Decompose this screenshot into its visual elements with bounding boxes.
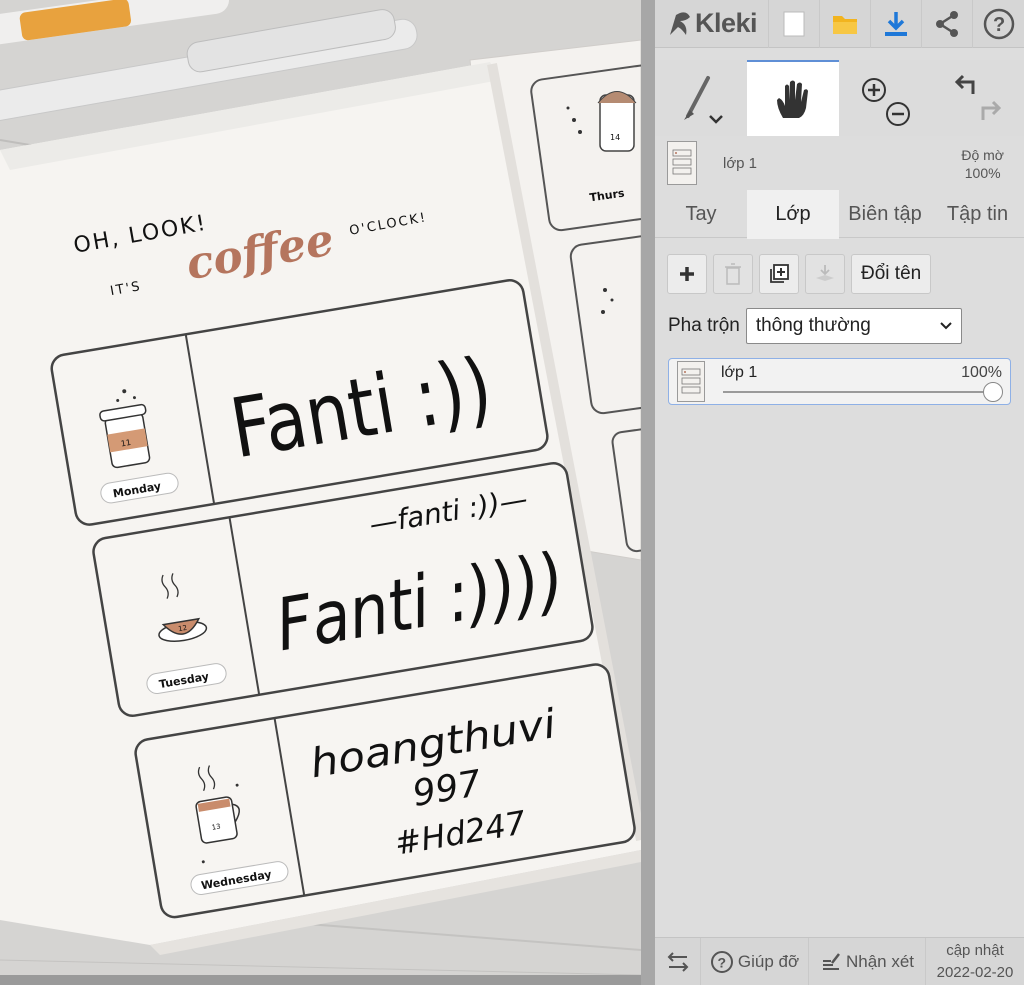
help-circle-icon: ? (710, 951, 733, 973)
brush-tool-button[interactable] (655, 60, 747, 136)
current-layer-name: lớp 1 (723, 155, 758, 172)
layer-opacity: 100% (961, 364, 1002, 381)
svg-text:13: 13 (211, 823, 221, 832)
svg-text:?: ? (993, 14, 1005, 36)
feedback-link[interactable]: Nhận xét (809, 938, 926, 985)
hand-tool-button[interactable] (747, 60, 839, 136)
layer-name: lớp 1 (721, 364, 758, 381)
panel-tabs: Tay Lớp Biên tập Tập tin (655, 190, 1024, 239)
tab-edit[interactable]: Biên tập (839, 190, 931, 238)
zoom-controls (839, 60, 931, 136)
zoom-icons (862, 78, 910, 126)
undo-redo-controls (931, 60, 1024, 136)
kleki-logo[interactable]: Kleki (655, 0, 769, 48)
svg-text:14: 14 (610, 133, 620, 142)
undo-redo-icons (954, 74, 1001, 120)
help-label: Giúp đỡ (737, 952, 800, 971)
layer-thumbnail (677, 361, 705, 402)
svg-text:?: ? (717, 955, 726, 971)
duplicate-icon (770, 264, 789, 283)
tab-hand[interactable]: Tay (655, 190, 747, 238)
help-link[interactable]: ? Giúp đỡ (701, 938, 809, 985)
update-date: 2022-02-20 (936, 964, 1014, 981)
swap-side-button[interactable] (655, 938, 701, 985)
drawing-canvas[interactable]: 14 Thurs OH, LOOK! IT'S coffee O'CLOCK! … (0, 0, 641, 975)
layer-preview-thumbnail[interactable] (667, 141, 697, 185)
opacity-label: Độ mờ (961, 147, 1004, 163)
plus-icon (680, 267, 694, 281)
svg-text:12: 12 (178, 624, 188, 633)
update-info[interactable]: cập nhật 2022-02-20 (926, 938, 1024, 985)
chevron-down-icon (940, 322, 952, 330)
download-button[interactable] (871, 0, 922, 48)
update-label: cập nhật (946, 942, 1004, 959)
swap-arrows-icon (667, 952, 688, 972)
blend-mode-select[interactable]: thông thường (745, 308, 962, 344)
canvas-scroll-edge (641, 0, 655, 985)
new-file-icon (783, 11, 805, 36)
layer-opacity-track[interactable] (723, 391, 993, 393)
trash-icon (725, 263, 741, 285)
add-layer-button[interactable] (667, 254, 707, 294)
layer-opacity-slider-knob[interactable] (983, 382, 1003, 402)
tool-panel: Kleki ? lớp 1 Độ mờ 100% Tay Lớp Biên tậ… (655, 0, 1024, 985)
layer-list-item[interactable]: lớp 1 100% (668, 358, 1011, 405)
help-button[interactable]: ? (973, 0, 1024, 48)
app-name: Kleki (695, 8, 758, 38)
zoom-out-icon (886, 102, 910, 126)
brush-icon (684, 76, 723, 124)
blend-mode-value: thông thường (755, 315, 871, 336)
kleki-logo-icon (670, 11, 690, 35)
blend-label: Pha trộn (668, 315, 740, 336)
undo-icon (954, 74, 974, 94)
top-bar: Kleki ? (655, 0, 1024, 48)
canvas-bottom-border (0, 975, 655, 985)
redo-icon (981, 100, 1001, 120)
share-icon (936, 10, 958, 37)
duplicate-layer-button[interactable] (759, 254, 799, 294)
tool-row (655, 60, 1024, 136)
help-icon: ? (983, 8, 1014, 39)
zoom-in-icon (862, 78, 886, 102)
feedback-icon (822, 953, 840, 970)
tab-file[interactable]: Tập tin (931, 190, 1024, 238)
download-icon (885, 11, 907, 36)
merge-down-icon (816, 265, 834, 281)
bottom-bar: ? Giúp đỡ Nhận xét cập nhật 2022-02-20 (655, 937, 1024, 985)
rename-layer-button[interactable]: Đổi tên (851, 254, 932, 294)
tab-layers[interactable]: Lớp (747, 190, 839, 239)
blend-mode-row: Pha trộn thông thường (668, 308, 962, 344)
svg-text:11: 11 (120, 438, 132, 449)
feedback-label: Nhận xét (845, 952, 915, 971)
merge-down-button[interactable] (805, 254, 845, 294)
canvas-image: 14 Thurs OH, LOOK! IT'S coffee O'CLOCK! … (0, 0, 641, 975)
delete-layer-button[interactable] (713, 254, 753, 294)
layer-preview-row: lớp 1 Độ mờ 100% (655, 138, 1024, 190)
opacity-indicator: Độ mờ 100% (961, 146, 1004, 182)
opacity-value: 100% (964, 165, 1001, 181)
new-file-button[interactable] (769, 0, 820, 48)
share-button[interactable] (922, 0, 973, 48)
hand-icon (777, 80, 808, 118)
folder-icon (833, 15, 857, 34)
open-file-button[interactable] (820, 0, 871, 48)
layer-actions: Đổi tên (667, 254, 932, 294)
